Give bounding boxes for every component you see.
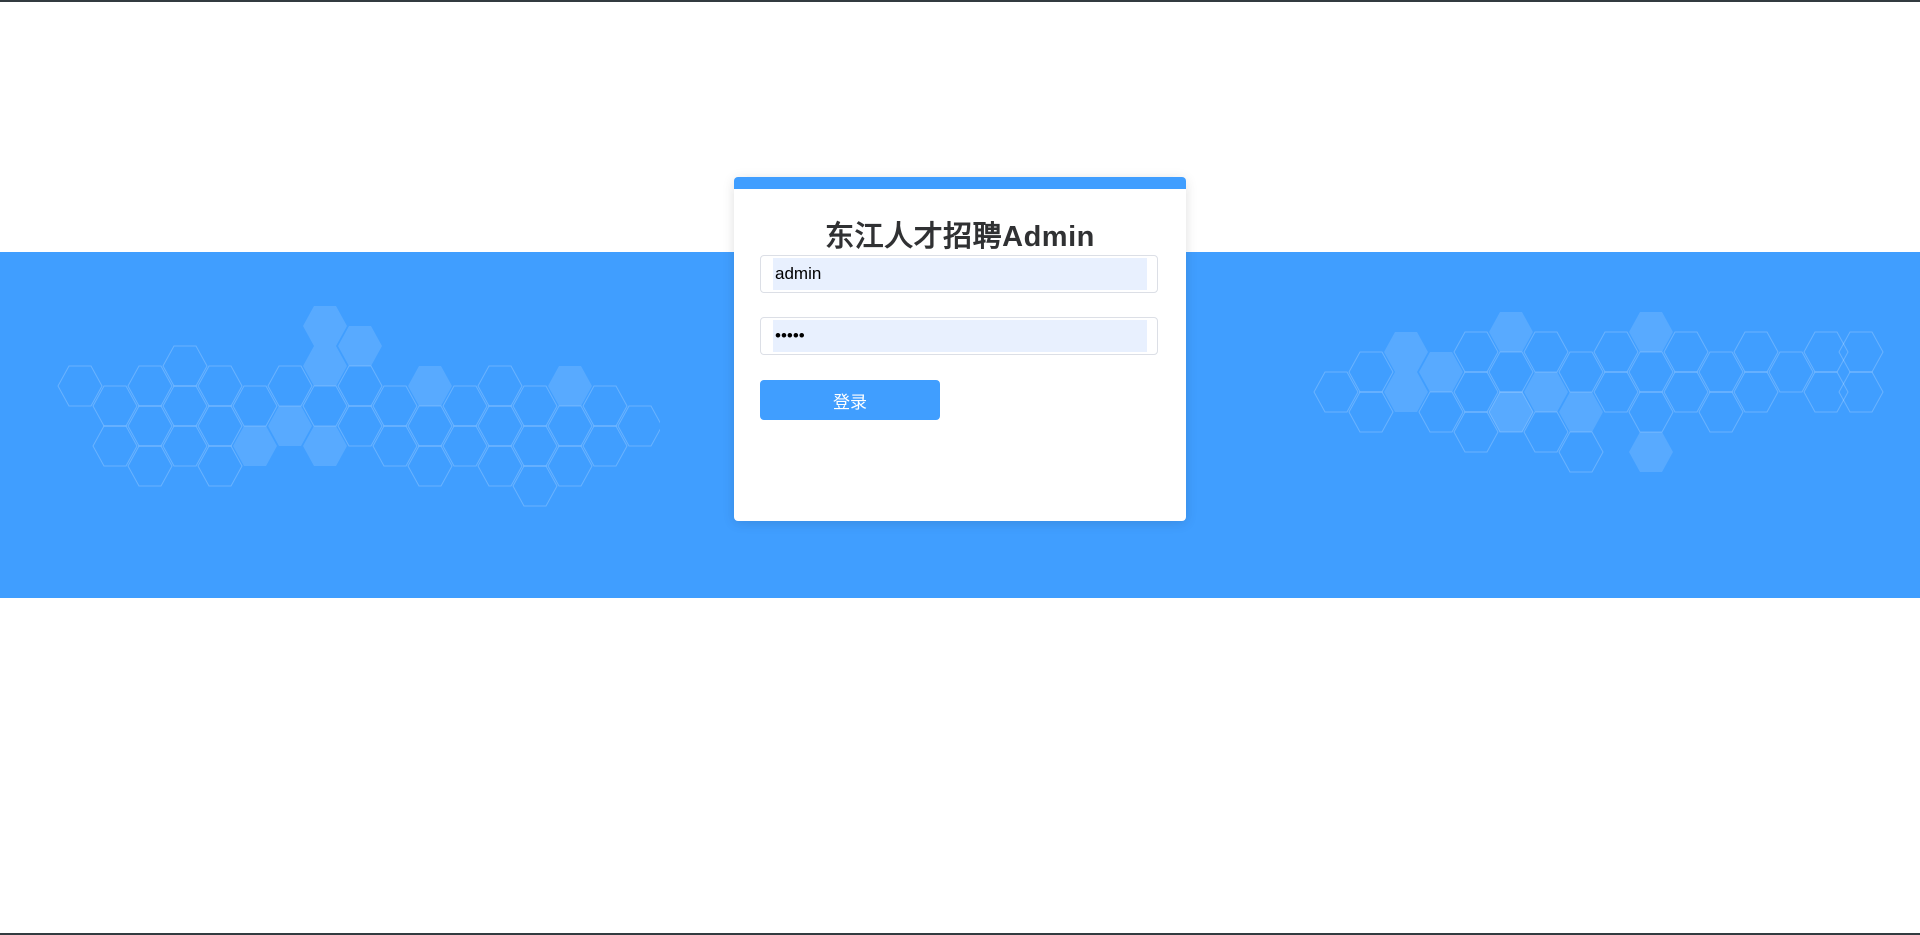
- login-button[interactable]: 登录: [760, 380, 940, 420]
- hexagon-pattern-left: [57, 306, 660, 507]
- login-card: 东江人才招聘Admin 登录: [734, 177, 1186, 521]
- password-input[interactable]: [773, 320, 1147, 352]
- username-field-wrapper: [760, 255, 1158, 293]
- username-input[interactable]: [773, 258, 1147, 290]
- login-title: 东江人才招聘Admin: [825, 221, 1095, 253]
- hexagon-pattern-right: [1313, 312, 1884, 473]
- password-field-wrapper: [760, 317, 1158, 355]
- window-top-border: [0, 0, 1920, 2]
- card-accent-bar: [734, 177, 1186, 189]
